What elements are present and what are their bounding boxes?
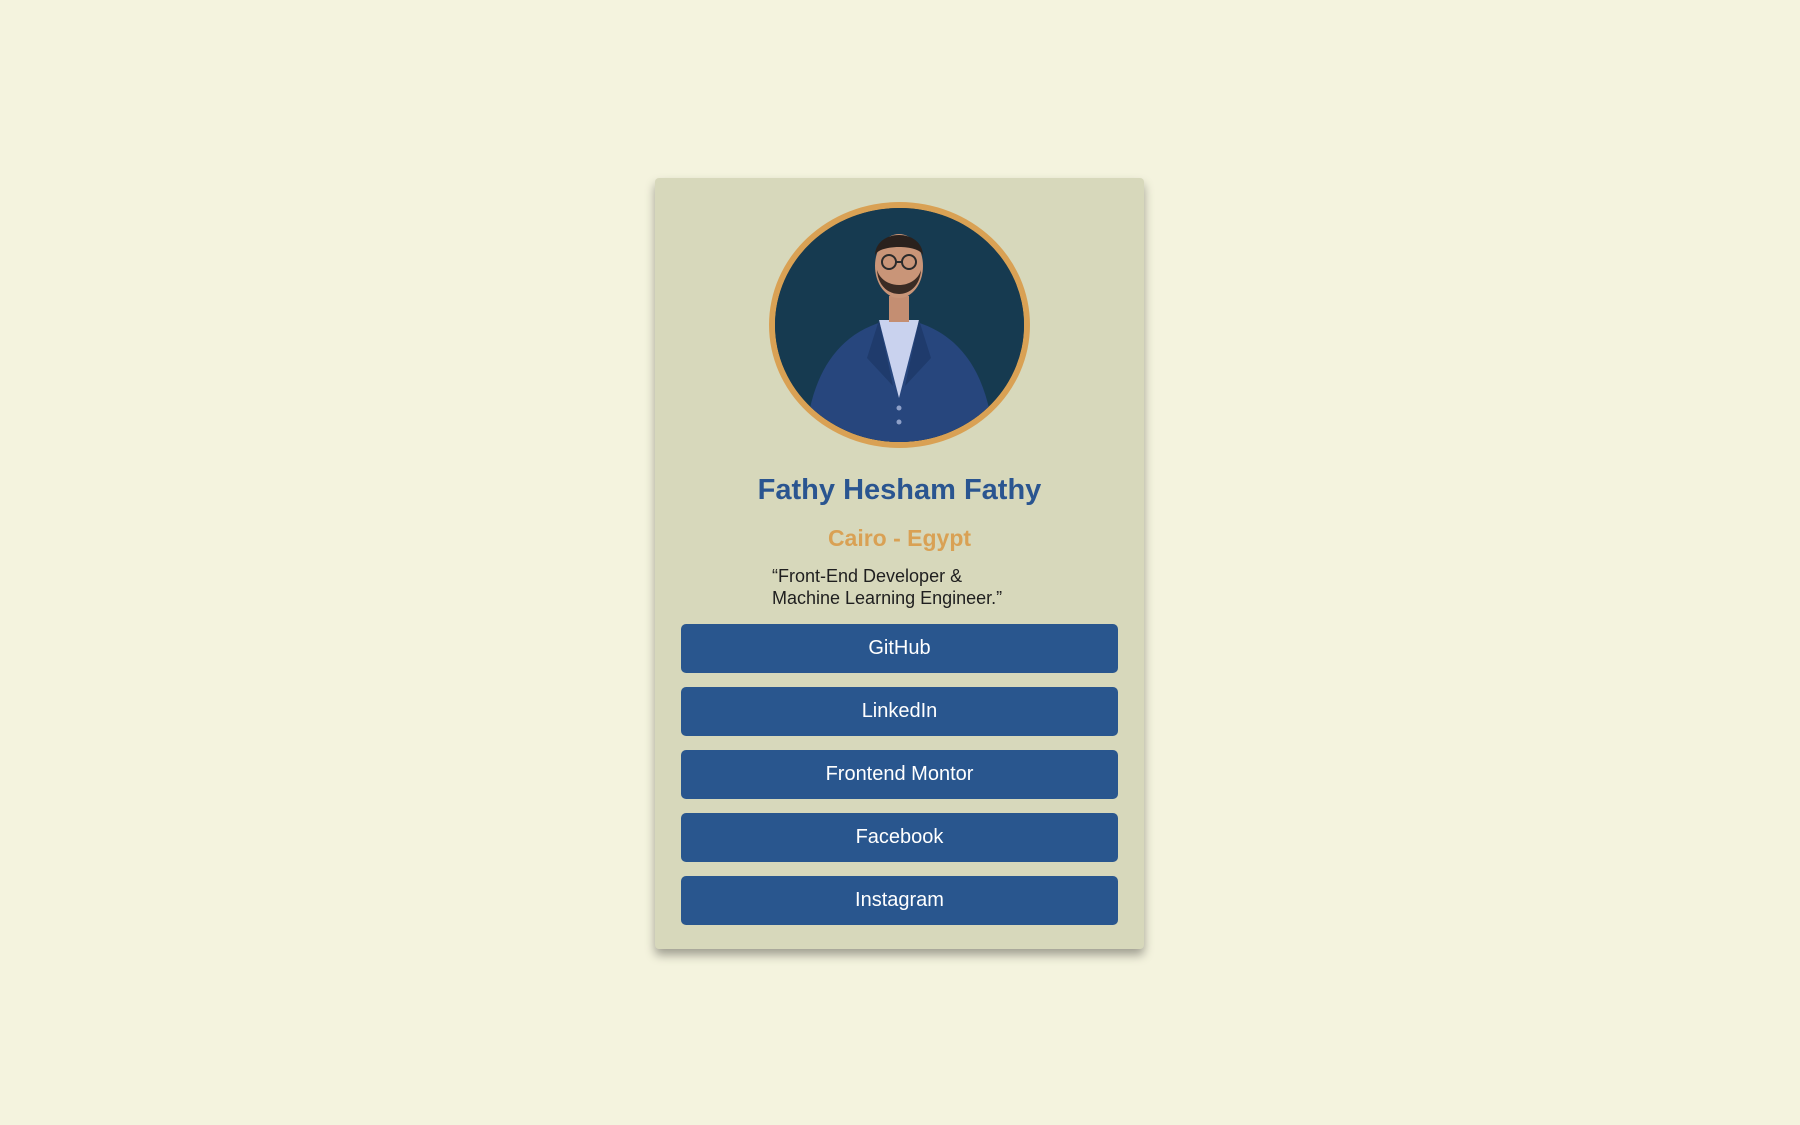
linkedin-button[interactable]: LinkedIn [681,687,1118,736]
bio-line: “Front-End Developer & [772,566,963,586]
profile-name: Fathy Hesham Fathy [757,474,1042,506]
bio-line: Machine Learning Engineer.” [772,588,1003,608]
profile-bio: “Front-End Developer & Machine Learning … [772,565,1072,609]
instagram-button[interactable]: Instagram [681,876,1118,925]
github-button[interactable]: GitHub [681,624,1118,673]
social-links: GitHub LinkedIn Frontend Montor Facebook… [681,624,1118,939]
profile-photo [775,208,1024,442]
frontend-mentor-button[interactable]: Frontend Montor [681,750,1118,799]
avatar [769,202,1030,448]
profile-card: Fathy Hesham Fathy Cairo - Egypt “Front-… [655,178,1144,949]
profile-location: Cairo - Egypt [827,525,972,551]
page: Fathy Hesham Fathy Cairo - Egypt “Front-… [0,0,1800,1125]
facebook-button[interactable]: Facebook [681,813,1118,862]
